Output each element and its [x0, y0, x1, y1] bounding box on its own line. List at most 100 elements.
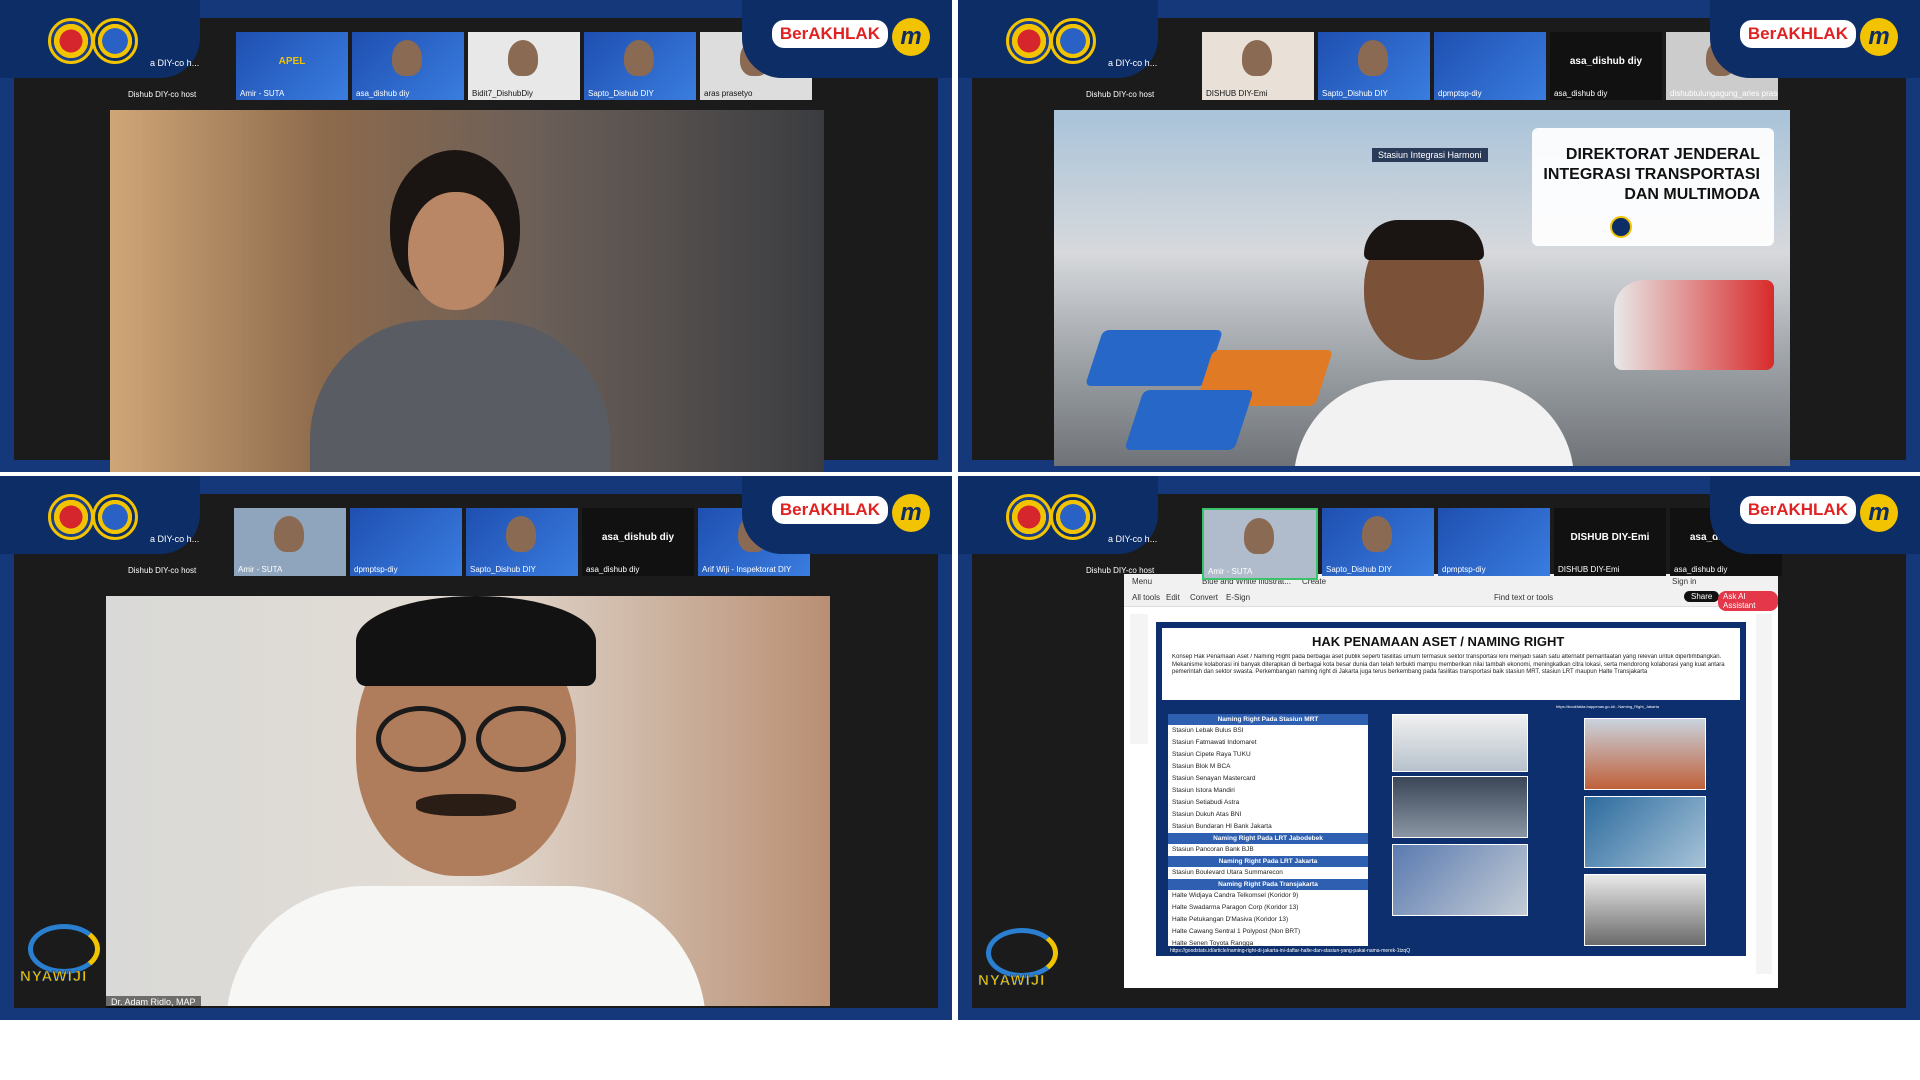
participant-name: Amir - SUTA: [240, 89, 285, 98]
table-row: Halte Petukangan D'Masiva (Koridor 13): [1172, 916, 1289, 923]
participant-tile[interactable]: asa_dishub diy: [352, 32, 464, 100]
naming-right-table: Naming Right Pada Stasiun MRT Stasiun Le…: [1168, 714, 1368, 946]
participant-name: dishubtulungagung_aries prasel...: [1670, 89, 1778, 98]
speaker-video[interactable]: Stasiun Integrasi Harmoni DIREKTORAT JEN…: [1054, 110, 1790, 466]
participant-name: Amir - SUTA: [238, 565, 283, 574]
participant-tile[interactable]: Sapto_Dishub DIY: [584, 32, 696, 100]
bus: [1084, 330, 1224, 386]
table-row: Stasiun Setiabudi Astra: [1172, 799, 1240, 806]
speaker-silhouette: [310, 150, 610, 472]
speaker-silhouette: [1294, 220, 1574, 466]
participant-tile[interactable]: Sapto_Dishub DIY: [466, 508, 578, 576]
naming-right-paragraph: Konsep Hak Penamaan Aset / Naming Right …: [1172, 654, 1725, 675]
share-button[interactable]: Share: [1684, 591, 1720, 602]
table-row: Stasiun Boulevard Utara Summarecon: [1172, 869, 1283, 876]
table-head-mrt: Naming Right Pada Stasiun MRT: [1168, 714, 1368, 725]
participant-tile[interactable]: DISHUB DIY-Emi DISHUB DIY-Emi: [1554, 508, 1666, 576]
host-label: a DIY-co h...: [150, 534, 200, 544]
participant-name: Sapto_Dishub DIY: [470, 565, 536, 574]
participant-name: Sapto_Dishub DIY: [588, 89, 654, 98]
source-url: https://goodstats.id/article/naming-righ…: [1170, 948, 1411, 954]
find-text-input[interactable]: Find text or tools: [1494, 593, 1553, 602]
participant-tile[interactable]: APEL Amir - SUTA: [236, 32, 348, 100]
participant-strip: APEL Amir - SUTA asa_dishub diy Bidit7_Di…: [236, 32, 812, 100]
shared-screen[interactable]: Menu Blue and White Illustrat... Create …: [1124, 574, 1778, 988]
table-row: Stasiun Cipete Raya TUKU: [1172, 751, 1251, 758]
slide-page: HAK PENAMAAN ASET / NAMING RIGHT Konsep …: [1156, 622, 1746, 956]
yogyakarta-seal-icon: [48, 18, 94, 64]
participant-name: aras prasetyo: [704, 89, 753, 98]
video-quadrant-1: a DIY-co h... Dishub DIY-co host APEL Ami…: [0, 0, 952, 472]
participant-tile[interactable]: dpmptsp-diy: [1434, 32, 1546, 100]
yogyakarta-seal-icon: [1006, 18, 1052, 64]
participant-tile[interactable]: Amir - SUTA: [234, 508, 346, 576]
bus: [1124, 390, 1254, 450]
table-head-lrt-jabodebek: Naming Right Pada LRT Jabodebek: [1168, 833, 1368, 844]
table-head-lrt-jakarta: Naming Right Pada LRT Jakarta: [1168, 856, 1368, 867]
participant-face: [624, 40, 654, 76]
station-sign: Stasiun Integrasi Harmoni: [1372, 148, 1488, 162]
participant-tile[interactable]: DISHUB DIY-Emi: [1202, 32, 1314, 100]
participant-strip: Amir - SUTA Sapto_Dishub DIY dpmptsp-diy…: [1202, 508, 1782, 580]
speaker-silhouette: [226, 596, 706, 1006]
tool-edit[interactable]: Edit: [1166, 593, 1180, 602]
m-badge-logo: m: [892, 18, 930, 56]
participant-name: Arif Wiji - Inspektorat DIY: [702, 565, 792, 574]
ai-assistant-button[interactable]: Ask AI Assistant: [1718, 591, 1778, 611]
menu-button[interactable]: Menu: [1132, 577, 1152, 586]
participant-name: dpmptsp-diy: [1438, 89, 1482, 98]
sign-in-link[interactable]: Sign in: [1672, 577, 1696, 586]
table-row: Stasiun Pancoran Bank BJB: [1172, 846, 1254, 853]
host-caption: Dishub DIY-co host: [128, 90, 197, 99]
participant-face: [506, 516, 536, 552]
table-head-transjakarta: Naming Right Pada Transjakarta: [1168, 879, 1368, 890]
host-caption: Dishub DIY-co host: [1086, 566, 1155, 575]
berakhlak-logo: BerAKHLAK: [771, 20, 888, 48]
table-row: Stasiun Lebak Bulus BSI: [1172, 727, 1244, 734]
speaker-video[interactable]: [110, 110, 824, 472]
speaker-video[interactable]: [106, 596, 830, 1006]
participant-name-center: asa_dishub diy: [1569, 56, 1643, 67]
table-row: Stasiun Istora Mandiri: [1172, 787, 1235, 794]
station-photo: [1584, 718, 1706, 790]
video-quadrant-3: Dr. Adam Ridlo, MAP a DIY-co h... Dishub…: [0, 476, 952, 1020]
participant-tile[interactable]: dpmptsp-diy: [1438, 508, 1550, 576]
transport-ministry-logo-icon: [92, 18, 138, 64]
table-row: Stasiun Fatmawati Indomaret: [1172, 739, 1257, 746]
right-tool-rail: [1756, 614, 1772, 974]
participant-tile[interactable]: Bidit7_DishubDiy: [468, 32, 580, 100]
participant-tile[interactable]: Amir - SUTA: [1202, 508, 1318, 580]
participant-name: Sapto_Dishub DIY: [1322, 89, 1388, 98]
slide-title-line-2: INTEGRASI TRANSPORTASI: [1543, 166, 1760, 183]
participant-face: [274, 516, 304, 552]
participant-name: Sapto_Dishub DIY: [1326, 565, 1392, 574]
tool-esign[interactable]: E-Sign: [1226, 593, 1250, 602]
tool-all[interactable]: All tools: [1132, 593, 1160, 602]
berakhlak-logo: BerAKHLAK: [1739, 496, 1856, 524]
host-label: a DIY-co h...: [1108, 58, 1158, 68]
transport-ministry-logo-icon: [92, 494, 138, 540]
table-row: Halte Senen Toyota Rangga: [1172, 940, 1254, 946]
nyawiji-logo: NYAWIJI: [20, 924, 100, 994]
participant-face: [1242, 40, 1272, 76]
host-label: a DIY-co h...: [150, 58, 200, 68]
participant-tile[interactable]: Sapto_Dishub DIY: [1322, 508, 1434, 576]
slide-title-line-3: DAN MULTIMODA: [1624, 186, 1760, 203]
table-row: Stasiun Senayan Mastercard: [1172, 775, 1256, 782]
host-caption: Dishub DIY-co host: [128, 566, 197, 575]
yogyakarta-seal-icon: [1006, 494, 1052, 540]
participant-tile[interactable]: asa_dishub diy asa_dishub diy: [1550, 32, 1662, 100]
slide-title-line-1: DIREKTORAT JENDERAL: [1565, 146, 1760, 163]
tool-convert[interactable]: Convert: [1190, 593, 1218, 602]
participant-tile[interactable]: Sapto_Dishub DIY: [1318, 32, 1430, 100]
participant-name: asa_dishub diy: [1674, 565, 1728, 574]
participant-name-center: asa_dishub diy: [601, 532, 675, 543]
participant-tile[interactable]: dpmptsp-diy: [350, 508, 462, 576]
reference-text: https://bookfakta.bappenas.go.id/...Nami…: [1556, 704, 1659, 709]
yogyakarta-seal-icon: [48, 494, 94, 540]
participant-tile[interactable]: asa_dishub diy asa_dishub diy: [582, 508, 694, 576]
participant-name: DISHUB DIY-Emi: [1206, 89, 1268, 98]
participant-face: [1358, 40, 1388, 76]
participant-face: [1244, 518, 1274, 554]
participant-face: [1362, 516, 1392, 552]
